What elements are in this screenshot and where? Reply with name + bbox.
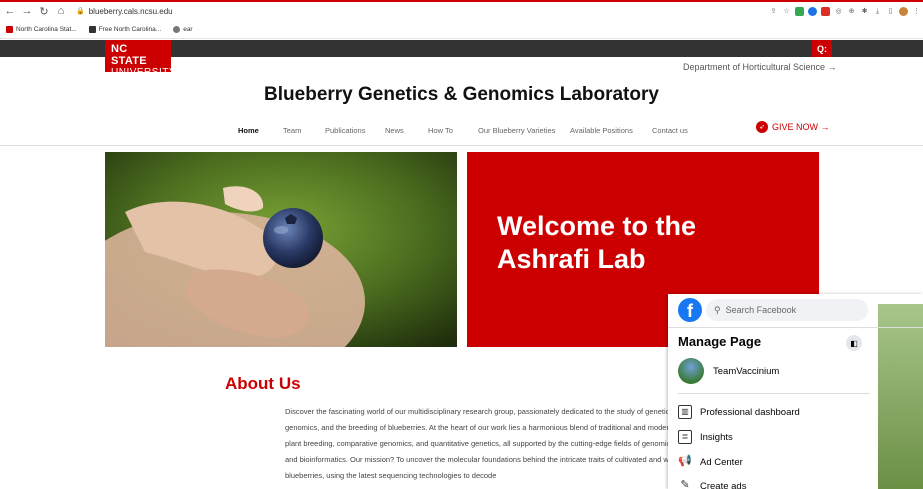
nav-available-positions[interactable]: Available Positions: [570, 126, 633, 135]
bookmark-star-icon[interactable]: ☆: [782, 7, 791, 16]
header-divider: [0, 145, 923, 146]
nav-contact-us[interactable]: Contact us: [652, 126, 688, 135]
forward-icon[interactable]: →: [20, 4, 34, 18]
site-search-button[interactable]: Q:: [812, 40, 832, 57]
zoom-icon[interactable]: ⊕: [847, 7, 856, 16]
home-icon[interactable]: ⌂: [54, 4, 68, 18]
bookmark-item[interactable]: Free North Carolina...: [88, 26, 161, 33]
address-bar[interactable]: 🔒 blueberry.cals.ncsu.edu: [76, 7, 173, 16]
page-name: TeamVaccinium: [713, 365, 780, 377]
share-icon[interactable]: ⇪: [769, 7, 778, 16]
lock-icon: 🔒: [76, 8, 85, 15]
department-link[interactable]: Department of Horticultural Science →: [683, 62, 837, 72]
heart-hand-icon: ➶: [756, 121, 768, 133]
nav-publications[interactable]: Publications: [325, 126, 365, 135]
page-switcher[interactable]: TeamVaccinium: [678, 358, 779, 384]
dashboard-icon: ▥: [678, 405, 692, 419]
welcome-heading: Welcome to the Ashrafi Lab: [497, 211, 697, 274]
bookmark-item[interactable]: North Carolina Stat...: [6, 26, 77, 33]
back-icon[interactable]: ←: [3, 4, 17, 18]
facebook-logo-icon[interactable]: f: [678, 298, 702, 322]
extension-blue-icon[interactable]: [808, 6, 817, 16]
ncsu-logo[interactable]: NC STATE UNIVERSITY: [105, 40, 176, 78]
menu-professional-dashboard[interactable]: ▥ Professional dashboard: [678, 405, 800, 419]
give-now-link[interactable]: ➶ GIVE NOW →: [756, 121, 830, 133]
nav-news[interactable]: News: [385, 126, 404, 135]
extensions-area: ⇪ ☆ ◎ ⊕ ✱ ⤓ ▯ ⋮: [769, 2, 923, 20]
menu-ad-center[interactable]: 📢 Ad Center: [678, 455, 743, 469]
ncsu-favicon-icon: [6, 26, 13, 33]
about-text: Discover the fascinating world of our mu…: [285, 407, 677, 480]
profile-avatar[interactable]: [899, 6, 908, 16]
menu-divider: [678, 393, 870, 394]
cover-photo: [878, 304, 923, 489]
menu-create-ads[interactable]: ✎ Create ads: [678, 479, 746, 489]
reload-icon[interactable]: ↻: [37, 4, 51, 18]
browser-toolbar: ← → ↻ ⌂ 🔒 blueberry.cals.ncsu.edu ⇪ ☆ ◎ …: [0, 2, 923, 20]
search-icon: ⚲: [714, 304, 721, 315]
collapse-sidebar-icon[interactable]: ◧: [846, 335, 862, 351]
menu-insights[interactable]: ≣ Insights: [678, 430, 733, 444]
document-favicon-icon: [88, 26, 96, 33]
manage-page-heading: Manage Page: [678, 334, 762, 349]
facebook-search-input[interactable]: ⚲ Search Facebook: [706, 299, 868, 321]
insights-icon: ≣: [678, 430, 692, 444]
extension-red-icon[interactable]: [821, 6, 830, 16]
download-icon[interactable]: ⤓: [873, 7, 882, 16]
bookmark-item[interactable]: ear: [173, 26, 193, 33]
pencil-icon: ✎: [680, 479, 690, 489]
nav-how-to[interactable]: How To: [428, 126, 453, 135]
side-panel-icon[interactable]: ▯: [886, 7, 895, 16]
megaphone-icon: 📢: [678, 455, 692, 467]
nav-home[interactable]: Home: [238, 126, 259, 135]
page-avatar: [678, 358, 704, 384]
facebook-header: f ⚲ Search Facebook: [668, 294, 923, 328]
extension-circle-icon[interactable]: ◎: [834, 7, 843, 16]
facebook-panel: f ⚲ Search Facebook Manage Page ◧ TeamVa…: [668, 294, 923, 489]
extensions-puzzle-icon[interactable]: ✱: [860, 7, 869, 16]
blueberry-photo: [105, 152, 457, 347]
nav-team[interactable]: Team: [283, 126, 301, 135]
globe-favicon-icon: [173, 26, 181, 33]
about-heading: About Us: [225, 374, 301, 393]
url-text: blueberry.cals.ncsu.edu: [88, 6, 173, 16]
nav-blueberry-varieties[interactable]: Our Blueberry Varieties: [478, 126, 555, 135]
browser-window: ← → ↻ ⌂ 🔒 blueberry.cals.ncsu.edu ⇪ ☆ ◎ …: [0, 0, 923, 489]
bookmarks-bar: North Carolina Stat... Free North Caroli…: [0, 21, 923, 39]
site-title: Blueberry Genetics & Genomics Laboratory: [264, 84, 659, 105]
menu-icon[interactable]: ⋮: [912, 7, 921, 16]
drive-extension-icon[interactable]: [795, 6, 804, 16]
